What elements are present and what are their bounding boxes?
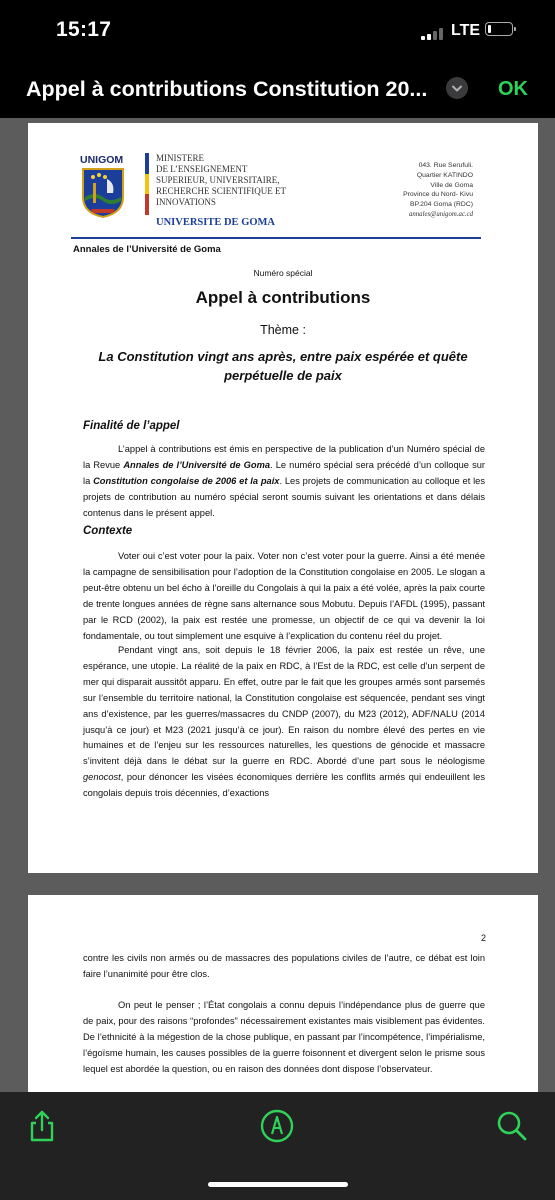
document-viewer[interactable]: UNIGOM MINISTERE DE L’ENSEIGNEMENT SUPER… [0, 118, 555, 1092]
section-heading-context: Contexte [83, 525, 133, 537]
ministry-name: MINISTERE DE L’ENSEIGNEMENT SUPERIEUR, U… [156, 153, 286, 207]
search-icon[interactable] [492, 1106, 532, 1146]
share-icon[interactable] [22, 1106, 62, 1146]
home-indicator[interactable] [208, 1182, 348, 1187]
signal-bars-icon [421, 27, 447, 40]
flag-color-bars [145, 153, 149, 215]
special-issue-label: Numéro spécial [253, 268, 313, 278]
unigom-logo-text: UNIGOM [80, 154, 124, 166]
nav-bar: Appel à contributions Constitution 20...… [0, 62, 555, 118]
status-time: 15:17 [56, 18, 112, 41]
document-page-2: 2 contre les civils non armés ou de mass… [28, 895, 538, 1092]
university-address: 043. Rue Serufuli. Quartier KATINDO Vill… [368, 161, 473, 220]
paragraph-causes: On peut le penser ; l’État congolais a c… [83, 1000, 485, 1074]
section-heading-purpose: Finalité de l’appel [83, 420, 180, 432]
network-type: LTE [451, 22, 481, 39]
document-title[interactable]: Appel à contributions Constitution 20... [26, 77, 436, 102]
document-page-1: UNIGOM MINISTERE DE L’ENSEIGNEMENT SUPER… [28, 123, 538, 873]
status-bar: 15:17 LTE [0, 0, 555, 62]
chevron-down-icon[interactable] [446, 77, 468, 99]
ok-button[interactable]: OK [498, 78, 528, 101]
university-crest-logo [82, 168, 124, 219]
university-name: UNIVERSITE DE GOMA [156, 217, 276, 228]
paragraph-purpose: L’appel à contributions est émis en pers… [83, 444, 485, 518]
theme-subtitle: La Constitution vingt ans après, entre p… [98, 349, 468, 383]
paragraph-continued: contre les civils non armés ou de massac… [83, 953, 485, 979]
theme-label: Thème : [260, 323, 306, 337]
battery-icon [485, 22, 516, 36]
university-email: annales@unigom.ac.cd [408, 210, 473, 218]
paragraph-context-2: Pendant vingt ans, soit depuis le 18 fév… [83, 645, 485, 799]
markup-pen-icon[interactable] [257, 1106, 297, 1146]
paragraph-context-1: Voter oui c’est voter pour la paix. Vote… [83, 551, 485, 641]
call-title: Appel à contributions [195, 288, 371, 307]
header-divider [71, 237, 481, 239]
page-number: 2 [481, 933, 487, 943]
journal-name: Annales de l’Université de Goma [73, 244, 221, 255]
